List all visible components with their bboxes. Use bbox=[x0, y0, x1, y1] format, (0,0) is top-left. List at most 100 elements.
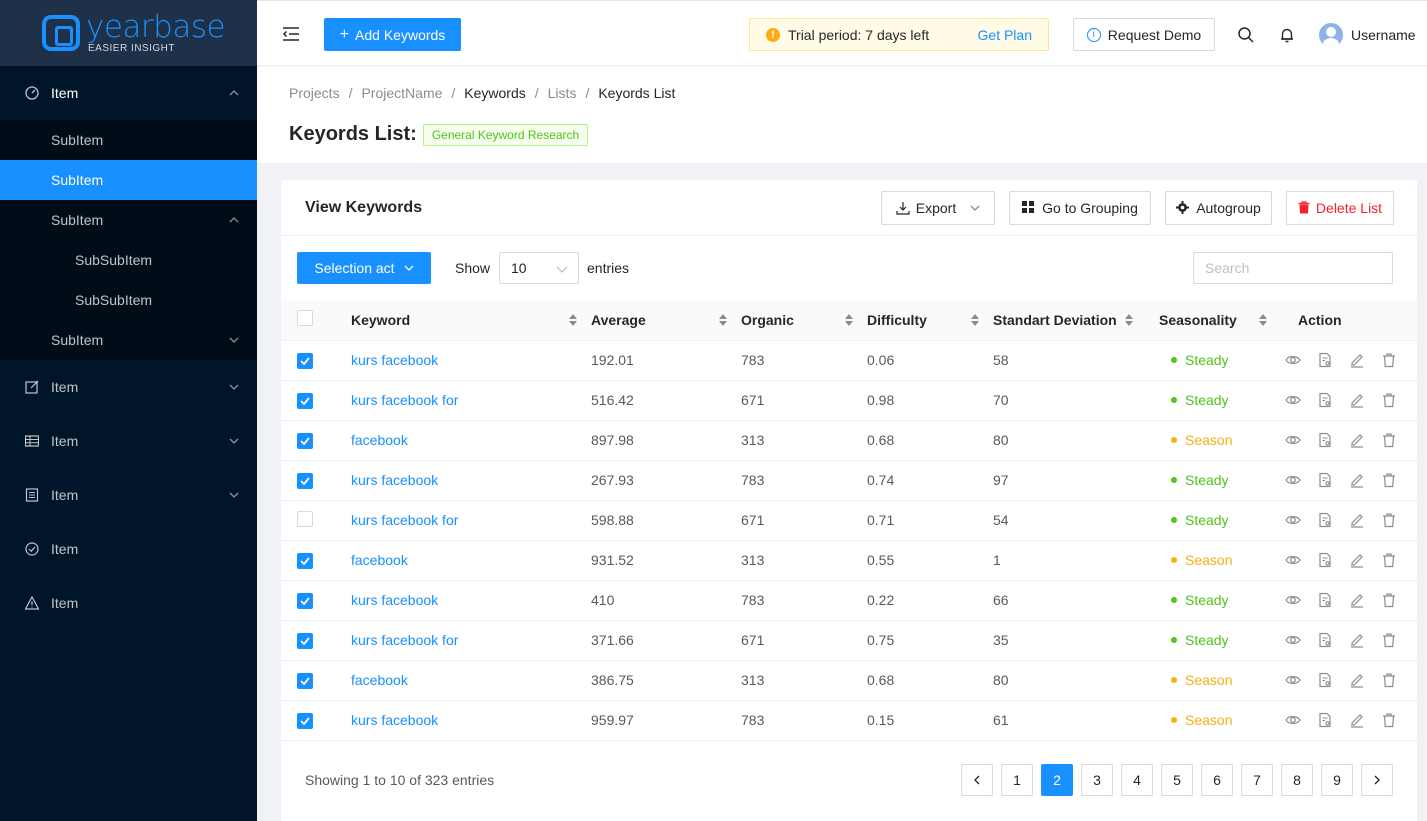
delete-icon[interactable] bbox=[1381, 512, 1397, 528]
row-checkbox[interactable] bbox=[297, 712, 313, 729]
breadcrumb-projects[interactable]: Projects bbox=[289, 85, 340, 101]
row-checkbox[interactable] bbox=[297, 632, 313, 649]
delete-icon[interactable] bbox=[1381, 712, 1397, 728]
row-checkbox[interactable] bbox=[297, 352, 313, 369]
row-checkbox[interactable] bbox=[297, 672, 313, 689]
row-checkbox[interactable] bbox=[297, 552, 313, 569]
edit-icon[interactable] bbox=[1349, 392, 1365, 408]
delete-icon[interactable] bbox=[1381, 352, 1397, 368]
user-menu[interactable]: Username bbox=[1319, 23, 1416, 47]
bell-icon[interactable] bbox=[1278, 26, 1296, 44]
keyword-link[interactable]: facebook bbox=[351, 672, 408, 688]
eye-icon[interactable] bbox=[1285, 592, 1301, 608]
sidebar-item-6[interactable]: Item bbox=[0, 576, 257, 630]
request-demo-button[interactable]: i Request Demo bbox=[1073, 18, 1215, 51]
eye-icon[interactable] bbox=[1285, 352, 1301, 368]
entries-select[interactable]: 10 bbox=[499, 252, 579, 284]
sidebar-item-4[interactable]: Item bbox=[0, 468, 257, 522]
logo[interactable]: yearbase EASIER INSIGHT bbox=[0, 0, 257, 66]
sidebar-subitem-1[interactable]: SubItem bbox=[0, 120, 257, 160]
pagination-page-3[interactable]: 3 bbox=[1081, 764, 1113, 796]
row-checkbox[interactable] bbox=[297, 392, 313, 409]
file-search-icon[interactable] bbox=[1317, 432, 1333, 448]
eye-icon[interactable] bbox=[1285, 552, 1301, 568]
keyword-link[interactable]: kurs facebook for bbox=[351, 512, 458, 528]
keyword-link[interactable]: facebook bbox=[351, 552, 408, 568]
keyword-link[interactable]: kurs facebook bbox=[351, 712, 438, 728]
sort-icon[interactable] bbox=[1125, 313, 1133, 326]
pagination-prev-button[interactable] bbox=[961, 764, 993, 796]
column-seasonality[interactable]: Seasonality bbox=[1159, 300, 1281, 341]
sidebar-item-5[interactable]: Item bbox=[0, 522, 257, 576]
file-search-icon[interactable] bbox=[1317, 352, 1333, 368]
delete-icon[interactable] bbox=[1381, 632, 1397, 648]
column-organic[interactable]: Organic bbox=[741, 300, 867, 341]
pagination-page-6[interactable]: 6 bbox=[1201, 764, 1233, 796]
row-checkbox[interactable] bbox=[297, 592, 313, 609]
sidebar-subitem-3[interactable]: SubItem bbox=[0, 200, 257, 240]
eye-icon[interactable] bbox=[1285, 512, 1301, 528]
delete-icon[interactable] bbox=[1381, 592, 1397, 608]
sidebar-subsubitem-2[interactable]: SubSubItem bbox=[0, 280, 257, 320]
export-button[interactable]: Export bbox=[881, 191, 995, 225]
menu-fold-icon[interactable] bbox=[282, 25, 300, 43]
edit-icon[interactable] bbox=[1349, 512, 1365, 528]
keyword-link[interactable]: kurs facebook for bbox=[351, 392, 458, 408]
file-search-icon[interactable] bbox=[1317, 472, 1333, 488]
eye-icon[interactable] bbox=[1285, 672, 1301, 688]
row-checkbox[interactable] bbox=[297, 472, 313, 489]
sidebar-subsubitem-1[interactable]: SubSubItem bbox=[0, 240, 257, 280]
edit-icon[interactable] bbox=[1349, 472, 1365, 488]
keyword-link[interactable]: kurs facebook bbox=[351, 352, 438, 368]
column-average[interactable]: Average bbox=[591, 300, 741, 341]
file-search-icon[interactable] bbox=[1317, 592, 1333, 608]
pagination-page-2[interactable]: 2 bbox=[1041, 764, 1073, 796]
sort-icon[interactable] bbox=[719, 313, 727, 326]
column-difficulty[interactable]: Difficulty bbox=[867, 300, 993, 341]
sort-icon[interactable] bbox=[845, 313, 853, 326]
delete-icon[interactable] bbox=[1381, 432, 1397, 448]
pagination-next-button[interactable] bbox=[1361, 764, 1393, 796]
delete-icon[interactable] bbox=[1381, 672, 1397, 688]
autogroup-button[interactable]: Autogroup bbox=[1165, 191, 1272, 225]
file-search-icon[interactable] bbox=[1317, 552, 1333, 568]
file-search-icon[interactable] bbox=[1317, 672, 1333, 688]
row-checkbox[interactable] bbox=[297, 510, 313, 527]
sort-icon[interactable] bbox=[569, 313, 577, 326]
sidebar-subitem-2[interactable]: SubItem bbox=[0, 160, 257, 200]
get-plan-link[interactable]: Get Plan bbox=[978, 27, 1032, 43]
pagination-page-4[interactable]: 4 bbox=[1121, 764, 1153, 796]
eye-icon[interactable] bbox=[1285, 712, 1301, 728]
column-stddev[interactable]: Standart Deviation bbox=[993, 300, 1159, 341]
delete-list-button[interactable]: Delete List bbox=[1286, 191, 1394, 225]
breadcrumb-project-name[interactable]: ProjectName bbox=[361, 85, 442, 101]
eye-icon[interactable] bbox=[1285, 632, 1301, 648]
pagination-page-5[interactable]: 5 bbox=[1161, 764, 1193, 796]
select-all-checkbox[interactable] bbox=[297, 310, 313, 327]
file-search-icon[interactable] bbox=[1317, 712, 1333, 728]
keyword-link[interactable]: facebook bbox=[351, 432, 408, 448]
pagination-page-7[interactable]: 7 bbox=[1241, 764, 1273, 796]
column-keyword[interactable]: Keyword bbox=[351, 300, 591, 341]
sort-icon[interactable] bbox=[1259, 313, 1267, 326]
pagination-page-9[interactable]: 9 bbox=[1321, 764, 1353, 796]
row-checkbox[interactable] bbox=[297, 432, 313, 449]
sidebar-item-3[interactable]: Item bbox=[0, 414, 257, 468]
search-icon[interactable] bbox=[1237, 26, 1255, 44]
sort-icon[interactable] bbox=[971, 313, 979, 326]
edit-icon[interactable] bbox=[1349, 432, 1365, 448]
add-keywords-button[interactable]: + Add Keywords bbox=[324, 18, 461, 51]
breadcrumb-lists[interactable]: Lists bbox=[548, 85, 577, 101]
go-to-grouping-button[interactable]: Go to Grouping bbox=[1009, 191, 1151, 225]
delete-icon[interactable] bbox=[1381, 392, 1397, 408]
file-search-icon[interactable] bbox=[1317, 632, 1333, 648]
keyword-link[interactable]: kurs facebook bbox=[351, 592, 438, 608]
keyword-link[interactable]: kurs facebook for bbox=[351, 632, 458, 648]
keyword-link[interactable]: kurs facebook bbox=[351, 472, 438, 488]
selection-action-dropdown[interactable]: Selection act bbox=[297, 252, 431, 284]
eye-icon[interactable] bbox=[1285, 432, 1301, 448]
delete-icon[interactable] bbox=[1381, 552, 1397, 568]
eye-icon[interactable] bbox=[1285, 392, 1301, 408]
edit-icon[interactable] bbox=[1349, 632, 1365, 648]
pagination-page-8[interactable]: 8 bbox=[1281, 764, 1313, 796]
